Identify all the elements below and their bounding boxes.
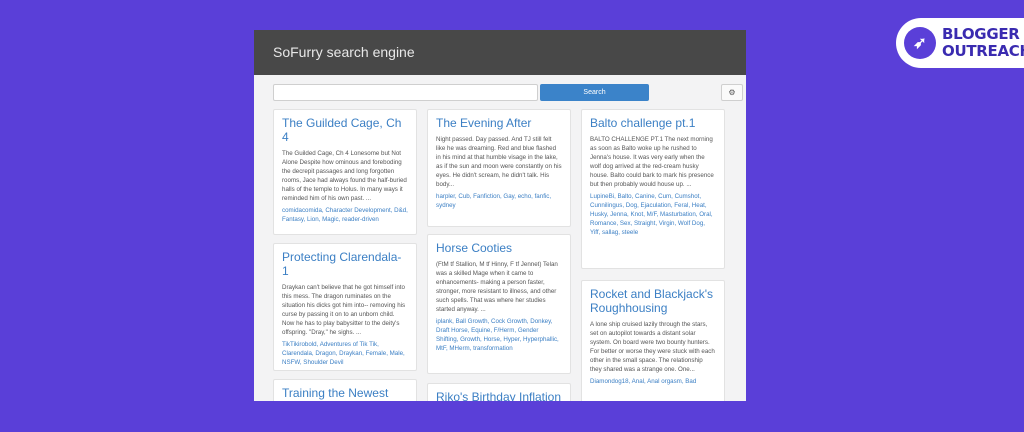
result-title[interactable]: The Evening After	[436, 116, 562, 130]
result-title[interactable]: Training the Newest	[282, 386, 408, 400]
result-title[interactable]: The Guilded Cage, Ch 4	[282, 116, 408, 144]
result-tags[interactable]: TikTikirobold, Adventures of Tik Tik, Cl…	[282, 341, 408, 368]
result-card: Protecting Clarendala-1 Draykan can't be…	[273, 243, 417, 371]
result-tags[interactable]: comidacomida, Character Development, D&d…	[282, 207, 408, 225]
logo-text: BLOGGER OUTREACH	[942, 26, 1024, 60]
result-description: Draykan can't believe that he got himsel…	[282, 284, 406, 336]
logo-line-1: BLOGGER	[942, 25, 1020, 43]
search-button[interactable]: Search	[540, 84, 649, 101]
result-title[interactable]: Horse Cooties	[436, 241, 562, 255]
result-title[interactable]: Riko's Birthday Inflation	[436, 390, 562, 401]
result-card: Training the Newest	[273, 379, 417, 401]
result-description: Night passed. Day passed. And TJ still f…	[436, 136, 562, 188]
search-bar: Search ⚙	[273, 84, 743, 101]
result-description: BALTO CHALLENGE PT.1 The next morning as…	[590, 136, 714, 188]
logo-line-2: OUTREACH	[942, 42, 1024, 60]
result-title[interactable]: Rocket and Blackjack's Roughhousing	[590, 287, 716, 315]
top-navbar: SoFurry search engine	[254, 30, 746, 75]
result-description: The Guilded Cage, Ch 4 Lonesome but Not …	[282, 150, 407, 202]
rocket-icon: ➶	[904, 27, 936, 59]
result-card: The Guilded Cage, Ch 4 The Guilded Cage,…	[273, 109, 417, 235]
result-title[interactable]: Balto challenge pt.1	[590, 116, 716, 130]
result-tags[interactable]: Diamondog18, Anal, Anal orgasm, Bad	[590, 378, 716, 387]
result-tags[interactable]: harpler, Cub, Fanfiction, Gay, echo, fan…	[436, 193, 562, 211]
search-input[interactable]	[273, 84, 538, 101]
result-title[interactable]: Protecting Clarendala-1	[282, 250, 408, 278]
app-title[interactable]: SoFurry search engine	[273, 44, 415, 60]
settings-button[interactable]: ⚙	[721, 84, 743, 101]
result-card: Riko's Birthday Inflation	[427, 383, 571, 401]
app-window: SoFurry search engine Search ⚙ The Guild…	[254, 30, 746, 401]
result-description: A lone ship cruised lazily through the s…	[590, 321, 715, 373]
gear-icon: ⚙	[728, 88, 736, 97]
blogger-outreach-logo: ➶ BLOGGER OUTREACH	[896, 18, 1024, 68]
result-card: Rocket and Blackjack's Roughhousing A lo…	[581, 280, 725, 401]
result-card: Balto challenge pt.1 BALTO CHALLENGE PT.…	[581, 109, 725, 269]
result-card: Horse Cooties (FtM tf Stallion, M tf Hin…	[427, 234, 571, 374]
result-card: The Evening After Night passed. Day pass…	[427, 109, 571, 227]
result-description: (FtM tf Stallion, M tf Hinny, F tf Jenne…	[436, 261, 558, 313]
result-tags[interactable]: iplank, Ball Growth, Cock Growth, Donkey…	[436, 318, 562, 354]
result-tags[interactable]: LupineBi, Balto, Canine, Cum, Cumshot, C…	[590, 193, 716, 238]
